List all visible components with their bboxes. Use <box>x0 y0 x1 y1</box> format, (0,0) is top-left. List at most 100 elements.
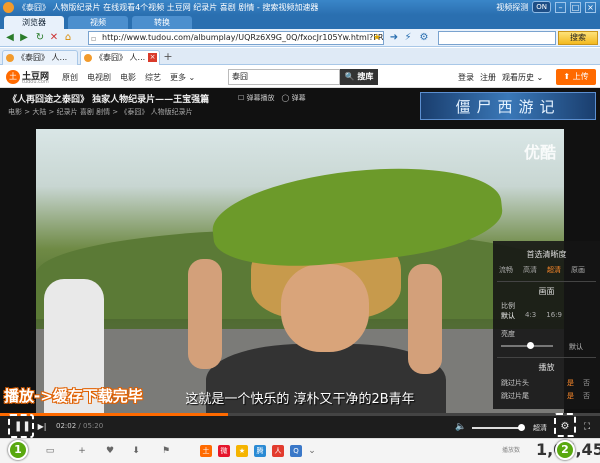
browser-search-button[interactable]: 搜索 <box>558 31 598 45</box>
speed-icon[interactable]: ⚡ <box>402 32 414 44</box>
ratio-16-9[interactable]: 16:9 <box>546 311 562 321</box>
next-icon[interactable]: ▶| <box>36 420 48 434</box>
share-more-icon[interactable]: ⌄ <box>306 445 318 457</box>
progress-bar[interactable] <box>0 413 600 416</box>
report-icon[interactable]: ⚑ <box>160 445 172 457</box>
minimize-icon[interactable]: – <box>555 1 566 13</box>
danmaku-options: ☐ 弹幕播放 ◯ 弹幕 <box>238 93 306 103</box>
quality-menu-title: 首选清晰度 <box>526 250 567 259</box>
logo-subtext: tudou.com <box>22 79 49 85</box>
add-icon[interactable]: + <box>76 445 88 457</box>
quality-superhd[interactable]: 超清 <box>547 265 561 275</box>
brightness-slider[interactable] <box>501 342 553 349</box>
player-controls: ❚❚ ▶| 02:02 / 05:20 🔈 超清 ⚙ ⛶ <box>0 413 600 438</box>
navigation-bar: ◀ ▶ ↻ ✕ ⌂ ▫ http://www.tudou.com/albumpl… <box>0 29 600 47</box>
ratio-options: 默认 4:3 16:9 <box>501 311 562 321</box>
page-tab-label: 《泰囧》 人... <box>17 53 68 62</box>
nav-variety[interactable]: 综艺 <box>145 72 161 83</box>
action-toolbar: ▭ + ♥ ⬇ ⚑ 土 微 ★ 腾 人 Q ⌄ 播放数 1,05,458 <box>0 438 600 463</box>
download-icon[interactable]: ⬇ <box>130 445 142 457</box>
site-search-input[interactable]: 泰囧 <box>228 69 340 85</box>
settings-icon[interactable]: ⚙ <box>418 32 430 44</box>
page-icon: ▫ <box>91 34 97 43</box>
share-star-icon[interactable]: ★ <box>236 445 248 457</box>
current-time: 02:02 <box>56 422 77 430</box>
volume-knob[interactable] <box>518 424 525 431</box>
video-frame[interactable]: 优酷 这就是一个快乐的 淳朴又干净的2B青年 <box>36 129 564 415</box>
volume-slider[interactable] <box>472 424 525 431</box>
quality-button[interactable]: 超清 <box>533 423 547 433</box>
ratio-label: 比例 <box>501 302 515 310</box>
history-link[interactable]: 观看历史 ⌄ <box>502 72 543 83</box>
nav-movie[interactable]: 电影 <box>120 72 136 83</box>
share-tencent-icon[interactable]: 腾 <box>254 445 266 457</box>
browser-search-input[interactable] <box>438 31 556 45</box>
quality-original[interactable]: 原画 <box>571 265 585 275</box>
brightness-label: 亮度 <box>501 330 515 338</box>
favorite-star-icon[interactable]: ★ <box>373 32 381 44</box>
comment-icon[interactable]: ▭ <box>44 445 56 457</box>
top-tab-bar: 浏览器 视频 转换 <box>0 15 600 29</box>
skip-tail-no[interactable]: 否 <box>583 391 590 401</box>
fullscreen-icon[interactable]: ⛶ <box>580 420 594 434</box>
scene-person-face <box>281 264 369 352</box>
tab-convert[interactable]: 转换 <box>132 16 192 29</box>
new-tab-icon[interactable]: + <box>162 51 174 63</box>
page-tab-2[interactable]: 《泰囧》 人... × <box>80 50 160 65</box>
refresh-icon[interactable]: ↻ <box>34 32 46 44</box>
window-title: 《泰囧》 人物版纪录片 在线观看4个视频 土豆网 纪录片 喜剧 剧情 - 搜索视… <box>18 3 319 12</box>
breadcrumb: 电影 > 大陆 > 纪录片 喜剧 剧情 > 《泰囧》 人物版纪录片 <box>8 108 193 116</box>
video-title: 《人再囧途之泰囧》 独家人物纪录片——王宝强篇 <box>8 95 210 105</box>
share-renren-icon[interactable]: 人 <box>272 445 284 457</box>
share-tudou-icon[interactable]: 土 <box>200 445 212 457</box>
menu-divider <box>497 281 596 282</box>
skip-head-yes[interactable]: 是 <box>567 378 574 388</box>
share-weibo-icon[interactable]: 微 <box>218 445 230 457</box>
nav-original[interactable]: 原创 <box>62 72 78 83</box>
tab-video[interactable]: 视频 <box>68 16 128 29</box>
share-qzone-icon[interactable]: Q <box>290 445 302 457</box>
quality-smooth[interactable]: 流畅 <box>499 265 513 275</box>
time-display: 02:02 / 05:20 <box>56 422 103 430</box>
volume-icon[interactable]: 🔈 <box>454 420 468 434</box>
total-time: / 05:20 <box>78 422 104 430</box>
ratio-4-3[interactable]: 4:3 <box>525 311 536 321</box>
login-link[interactable]: 登录 <box>458 72 474 83</box>
nav-more[interactable]: 更多 ⌄ <box>170 72 195 83</box>
address-bar[interactable]: ▫ http://www.tudou.com/albumplay/UQRz6X9… <box>88 31 384 45</box>
brightness-slider-knob[interactable] <box>527 342 534 349</box>
forward-icon[interactable]: ▶ <box>18 32 30 44</box>
close-tab-icon[interactable]: × <box>148 53 157 62</box>
scene-person-arm <box>408 264 442 374</box>
ratio-default[interactable]: 默认 <box>501 311 515 321</box>
scene-person-arm <box>188 259 222 369</box>
like-icon[interactable]: ♥ <box>104 445 116 457</box>
quality-hd[interactable]: 高清 <box>523 265 537 275</box>
go-icon[interactable]: ➜ <box>388 32 400 44</box>
register-link[interactable]: 注册 <box>480 72 496 83</box>
brightness-default-button[interactable]: 默认 <box>569 342 583 352</box>
home-icon[interactable]: ⌂ <box>62 32 74 44</box>
page-tab-1[interactable]: 《泰囧》 人... <box>2 50 78 65</box>
danmaku-toggle[interactable]: ◯ 弹幕 <box>282 93 306 103</box>
stop-icon[interactable]: ✕ <box>48 32 60 44</box>
video-detect-toggle[interactable]: ON <box>532 1 551 13</box>
menu-divider <box>497 357 596 358</box>
nav-tv[interactable]: 电视剧 <box>87 72 111 83</box>
danmaku-play-toggle[interactable]: ☐ 弹幕播放 <box>238 93 275 103</box>
skip-head-no[interactable]: 否 <box>583 378 590 388</box>
site-search-button[interactable]: 🔍 搜库 <box>340 69 378 85</box>
tudou-logo[interactable]: 土 土豆网 tudou.com <box>6 69 56 86</box>
ad-banner[interactable]: 僵尸西游记 <box>420 92 596 120</box>
tab-browser[interactable]: 浏览器 <box>4 16 64 29</box>
skip-tail-yes[interactable]: 是 <box>567 391 574 401</box>
maximize-icon[interactable]: □ <box>570 1 581 13</box>
tutorial-annotation: 播放->缓存下载完毕 <box>4 387 143 405</box>
step-marker-2: 2 <box>555 440 575 460</box>
tudou-favicon-icon <box>6 54 14 62</box>
close-icon[interactable]: × <box>585 1 596 13</box>
picture-section-title: 画面 <box>538 287 555 296</box>
back-icon[interactable]: ◀ <box>4 32 16 44</box>
site-header: 土 土豆网 tudou.com 原创 电视剧 电影 综艺 更多 ⌄ 泰囧 🔍 搜… <box>0 66 600 88</box>
upload-button[interactable]: ⬆ 上传 <box>556 69 596 85</box>
